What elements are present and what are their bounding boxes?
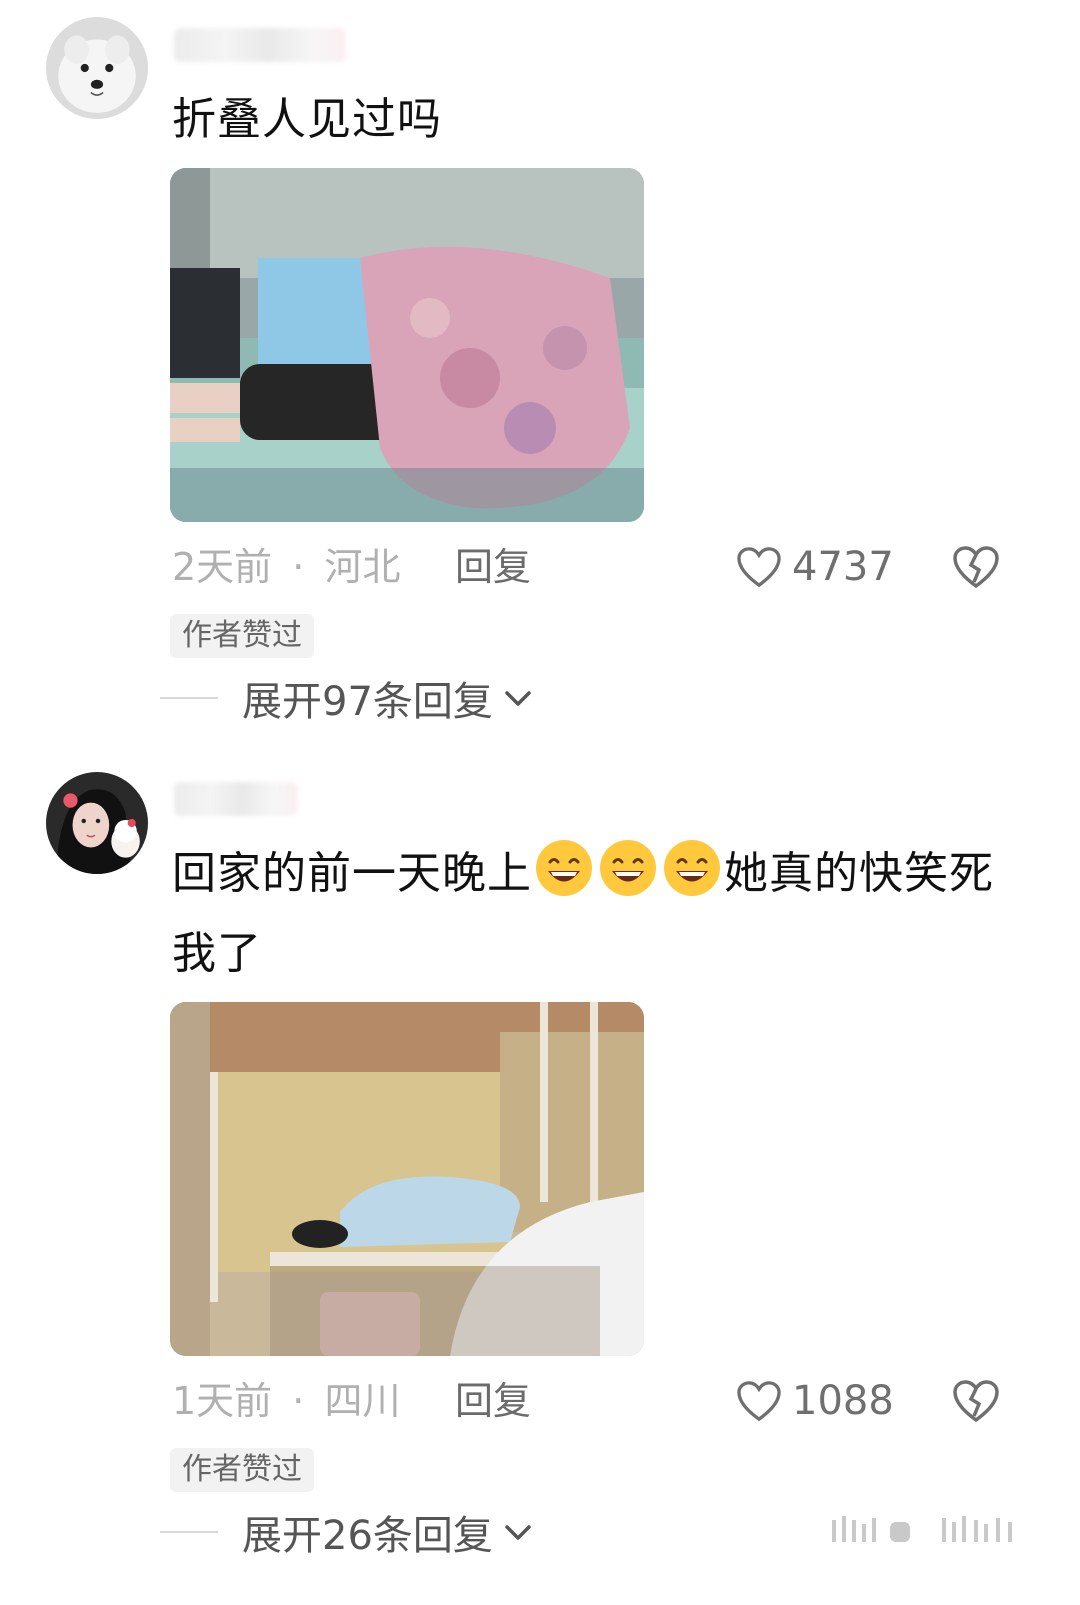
author-liked-badge: 作者赞过 [170,614,314,658]
comment-location: 河北 [324,545,401,589]
dorm-photo-image [170,1002,644,1356]
girl-avatar-image [46,772,148,874]
author-liked-badge: 作者赞过 [170,1448,314,1492]
comment-location: 四川 [324,1379,401,1423]
like-button[interactable]: 1088 [736,1374,894,1428]
comment-meta: 1天前 · 四川 [172,1374,400,1428]
comment-photo[interactable] [170,1002,644,1356]
grinning-face-emoji [536,840,592,896]
username-blurred[interactable] [174,28,346,62]
avatar[interactable] [46,17,148,119]
expand-replies-label: 展开26条回复 [242,1513,493,1559]
expand-replies-button[interactable]: 展开26条回复 [160,1502,533,1562]
like-button[interactable]: 4737 [736,540,894,594]
bed-photo-image [170,168,644,522]
username-blurred[interactable] [174,782,298,816]
divider-line [160,697,218,699]
expand-replies-label: 展开97条回复 [242,679,493,725]
watermark-logo [832,1516,1012,1542]
broken-heart-icon[interactable] [952,545,1000,589]
comment-time: 1天前 [172,1379,273,1423]
grinning-face-emoji [664,840,720,896]
comment-photo[interactable] [170,168,644,522]
comment-meta: 2天前 · 河北 [172,540,400,594]
comment-text: 折叠人见过吗 [172,94,442,145]
comment-text: 回家的前一天晚上 她真的快笑死我了 [172,834,1012,994]
comment-text-before: 回家的前一天晚上 [172,848,532,899]
broken-heart-icon[interactable] [952,1379,1000,1423]
comment-2: 回家的前一天晚上 她真的快笑死我了 1天前 · 四川 回复 1088 作者赞过 … [0,740,1080,1605]
chevron-down-icon [505,1525,531,1540]
like-count: 1088 [792,1378,894,1424]
avatar[interactable] [46,772,148,874]
heart-outline-icon [737,547,781,588]
chevron-down-icon [505,691,531,706]
grinning-face-emoji [600,840,656,896]
meta-separator: · [292,545,305,589]
reply-button[interactable]: 回复 [455,1374,531,1428]
meta-separator: · [292,1379,305,1423]
comment-1: 折叠人见过吗 2天前 · 河北 回复 4737 作者赞过 展开97条回复 [0,0,1080,740]
like-count: 4737 [792,544,894,590]
expand-replies-button[interactable]: 展开97条回复 [160,668,533,728]
dog-avatar-image [46,17,148,119]
divider-line [160,1531,218,1533]
comment-time: 2天前 [172,545,273,589]
reply-button[interactable]: 回复 [455,540,531,594]
heart-outline-icon [737,1381,781,1422]
